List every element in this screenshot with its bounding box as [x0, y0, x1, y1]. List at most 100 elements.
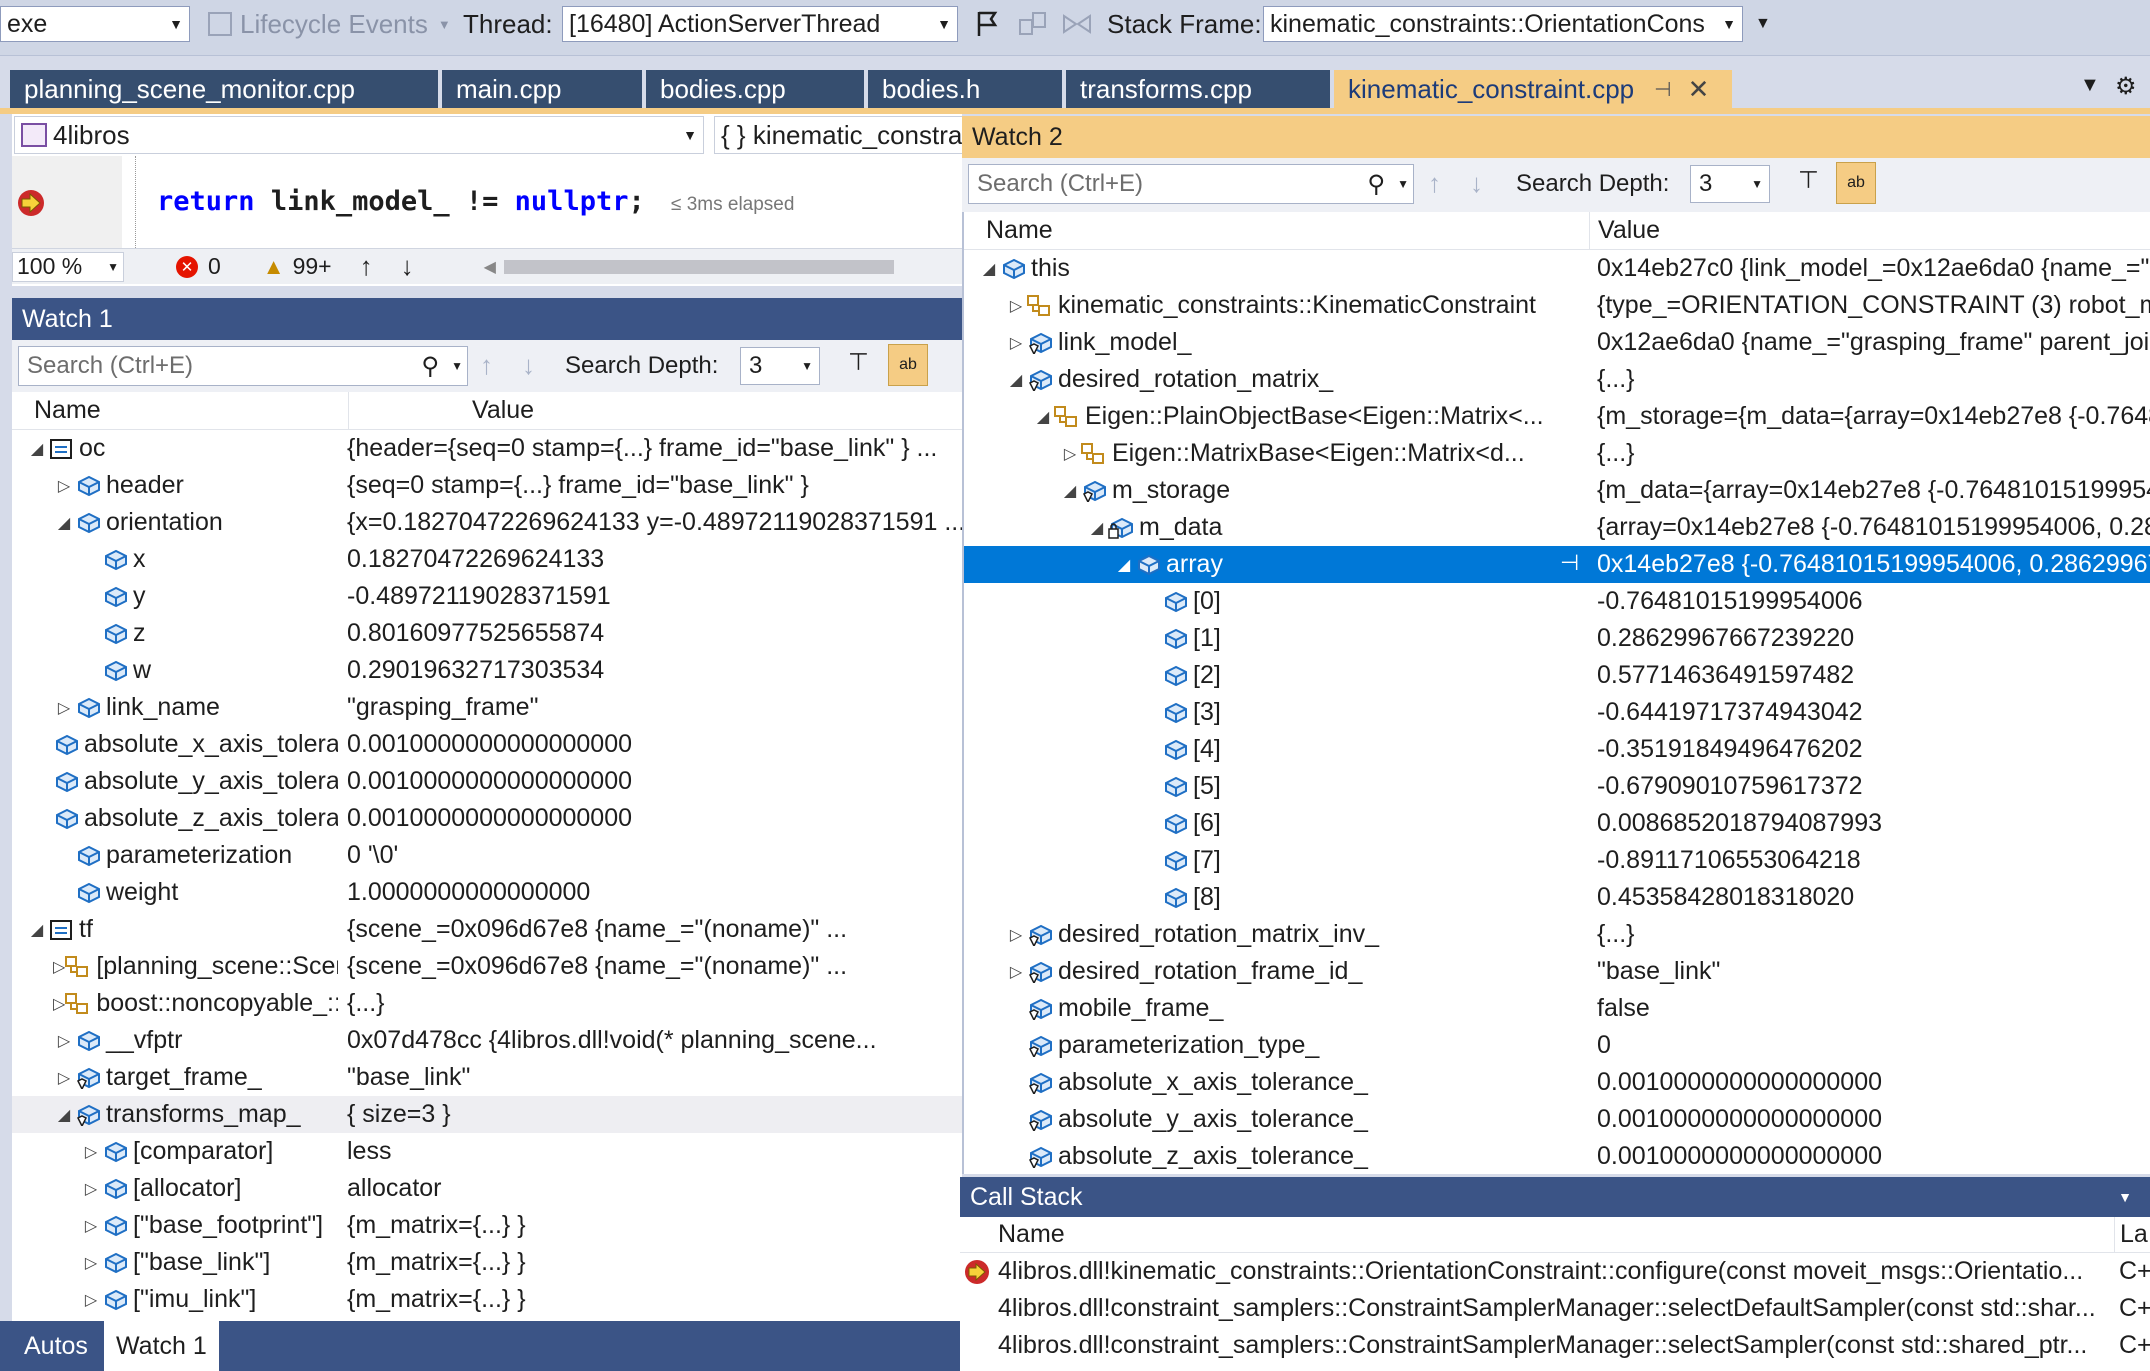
find-previous-arrow-icon[interactable]: ↑ [1428, 168, 1441, 199]
expand-arrow-icon[interactable]: ▷ [80, 1253, 102, 1273]
watch1-row[interactable]: weight 1.0000000000000000 [12, 874, 962, 911]
watch1-row[interactable]: ▷ ["base_link"] {m_matrix={...} } [12, 1244, 962, 1281]
error-icon[interactable]: ✕ [176, 255, 198, 278]
watch2-row[interactable]: ▷ link_model_ 0x12ae6da0 {name_="grasping_… [964, 324, 2150, 361]
watch2-row[interactable]: ▷ Eigen::MatrixBase<Eigen::Matrix<d... {..… [964, 435, 2150, 472]
value-cell[interactable]: {scene_=0x096d67e8 {name_="(noname)" ... [342, 948, 962, 985]
value-cell[interactable]: {m_storage={m_data={array=0x14eb27e8 {-0… [1592, 398, 2150, 435]
tab-main[interactable]: main.cpp [442, 70, 642, 108]
watch2-row[interactable]: ◢ m_data {array=0x14eb27e8 {-0.76481015199… [964, 509, 2150, 546]
expand-arrow-icon[interactable]: ▷ [1059, 444, 1081, 464]
expand-arrow-icon[interactable]: ▷ [80, 1216, 102, 1236]
value-cell[interactable]: -0.35191849496476202 [1592, 731, 2150, 768]
watch1-depth-combo[interactable]: 3 ▼ [740, 347, 820, 385]
watch1-row[interactable]: ▷ [allocator] allocator [12, 1170, 962, 1207]
watch1-row[interactable]: ▷ __vfptr 0x07d478cc {4libros.dll!void(* p… [12, 1022, 962, 1059]
collapse-arrow-icon[interactable]: ◢ [26, 439, 48, 459]
watch1-row[interactable]: ▷ link_name "grasping_frame" [12, 689, 962, 726]
find-previous-arrow-icon[interactable]: ↑ [480, 350, 493, 381]
value-cell[interactable]: "grasping_frame" [342, 689, 962, 726]
callstack-col-lang[interactable]: La [2120, 1220, 2148, 1249]
value-cell[interactable]: {scene_=0x096d67e8 {name_="(noname)" ... [342, 911, 962, 948]
value-cell[interactable]: 0.0086852018794087993 [1592, 805, 2150, 842]
warning-icon[interactable]: ▲ [263, 254, 285, 280]
thread-combo[interactable]: [16480] ActionServerThread ▼ [562, 6, 958, 42]
watch2-row[interactable]: ◢ m_storage {m_data={array=0x14eb27e8 {-0.… [964, 472, 2150, 509]
expand-callstack-button[interactable] [1062, 6, 1092, 42]
value-cell[interactable]: {m_matrix={...} } [342, 1244, 962, 1281]
value-cell[interactable]: 0.0010000000000000000 [342, 763, 962, 800]
watch1-row[interactable]: ◢ transforms_map_ { size=3 } [12, 1096, 962, 1133]
tab-bodies-h[interactable]: bodies.h [868, 70, 1062, 108]
watch2-col-value[interactable]: Value [1598, 216, 1660, 245]
stack-frame-combo[interactable]: kinematic_constraints::OrientationCons ▼ [1263, 6, 1743, 42]
flag-thread-button[interactable] [975, 6, 1001, 42]
value-cell[interactable]: {header={seq=0 stamp={...} frame_id="bas… [342, 430, 962, 467]
text-visualizer-icon[interactable]: ab [1836, 162, 1876, 204]
watch2-depth-combo[interactable]: 3 ▼ [1690, 165, 1770, 203]
watch2-col-name[interactable]: Name [986, 216, 1053, 245]
text-visualizer-icon[interactable]: ab [888, 344, 928, 386]
value-cell[interactable]: {...} [1592, 916, 2150, 953]
value-cell[interactable]: 0.0010000000000000000 [1592, 1064, 2150, 1101]
lifecycle-events-button[interactable]: Lifecycle Events ▼ [208, 6, 451, 42]
watch1-row[interactable]: ◢ tf {scene_=0x096d67e8 {name_="(noname)" … [12, 911, 962, 948]
watch2-row[interactable]: ▷ desired_rotation_matrix_inv_ {...} [964, 916, 2150, 953]
value-cell[interactable]: 0.80160977525655874 [342, 615, 962, 652]
value-cell[interactable]: 0.18270472269624133 [342, 541, 962, 578]
collapse-arrow-icon[interactable]: ◢ [1005, 370, 1027, 390]
value-cell[interactable]: 0.28629967667239220 [1592, 620, 2150, 657]
tab-kinematic-constraint[interactable]: kinematic_constraint.cpp ⊣ ✕ [1334, 70, 1732, 108]
watch1-search-input[interactable]: Search (Ctrl+E) ⚲ ▼ [18, 346, 468, 386]
tab-transforms[interactable]: transforms.cpp [1066, 70, 1330, 108]
callstack-frame-row[interactable]: 4libros.dll!constraint_samplers::Constra… [960, 1290, 2150, 1327]
value-cell[interactable]: {array=0x14eb27e8 {-0.76481015199954006,… [1592, 509, 2150, 546]
watch1-row[interactable]: ▷ ["imu_link"] {m_matrix={...} } [12, 1281, 962, 1318]
value-cell[interactable]: 0.57714636491597482 [1592, 657, 2150, 694]
project-combo[interactable]: 4libros ▼ [14, 116, 704, 154]
scroll-left-icon[interactable]: ◀ [484, 257, 496, 277]
tab-autos[interactable]: Autos [12, 1321, 100, 1371]
close-icon[interactable]: ✕ [1688, 74, 1710, 105]
watch2-row[interactable]: [0] -0.76481015199954006 [964, 583, 2150, 620]
column-divider[interactable] [348, 392, 349, 430]
watch1-row[interactable]: ▷ boost::noncopyable_::nonc... {...} [12, 985, 962, 1022]
watch1-col-name[interactable]: Name [34, 396, 101, 425]
watch1-row[interactable]: ▷ ["base_footprint"] {m_matrix={...} } [12, 1207, 962, 1244]
value-cell[interactable]: 0.29019632717303534 [342, 652, 962, 689]
watch2-row[interactable]: [2] 0.57714636491597482 [964, 657, 2150, 694]
watch2-row[interactable]: [6] 0.0086852018794087993 [964, 805, 2150, 842]
watch1-col-value[interactable]: Value [472, 396, 534, 425]
collapse-arrow-icon[interactable]: ◢ [53, 513, 75, 533]
collapse-arrow-icon[interactable]: ◢ [1032, 407, 1054, 427]
value-cell[interactable]: 0 [1592, 1027, 2150, 1064]
collapse-arrow-icon[interactable]: ◢ [1113, 555, 1135, 575]
watch2-row[interactable]: ▷ desired_rotation_frame_id_ "base_link" [964, 953, 2150, 990]
watch1-row[interactable]: ▷ [planning_scene::SceneTra... {scene_=0x0… [12, 948, 962, 985]
value-cell[interactable]: 0.0010000000000000000 [1592, 1138, 2150, 1174]
watch2-row[interactable]: ◢ desired_rotation_matrix_ {...} [964, 361, 2150, 398]
show-threads-button[interactable] [1018, 6, 1048, 42]
expand-arrow-icon[interactable]: ▷ [1005, 333, 1027, 353]
value-cell[interactable]: allocator [342, 1170, 962, 1207]
watch2-row[interactable]: [1] 0.28629967667239220 [964, 620, 2150, 657]
watch1-row[interactable]: ◢ oc {header={seq=0 stamp={...} frame_id="… [12, 430, 962, 467]
chevron-down-icon[interactable]: ▼ [1397, 177, 1409, 191]
next-issue-arrow-icon[interactable]: ↓ [401, 251, 414, 282]
watch2-row[interactable]: [5] -0.67909010759617372 [964, 768, 2150, 805]
watch1-row[interactable]: z 0.80160977525655874 [12, 615, 962, 652]
previous-issue-arrow-icon[interactable]: ↑ [360, 251, 373, 282]
pin-source-icon[interactable]: ⊤ [848, 348, 869, 377]
watch2-row[interactable]: [4] -0.35191849496476202 [964, 731, 2150, 768]
value-cell[interactable]: "base_link" [1592, 953, 2150, 990]
collapse-arrow-icon[interactable]: ◢ [53, 1105, 75, 1125]
expand-arrow-icon[interactable]: ▷ [53, 1031, 75, 1051]
search-icon[interactable]: ⚲ [421, 352, 439, 381]
zoom-combo[interactable]: 100 % ▼ [12, 251, 124, 282]
tab-planning-scene-monitor[interactable]: planning_scene_monitor.cpp [10, 70, 438, 108]
value-cell[interactable]: "base_link" [342, 1059, 962, 1096]
watch1-row[interactable]: y -0.48972119028371591 [12, 578, 962, 615]
value-cell[interactable]: 0.45358428018318020 [1592, 879, 2150, 916]
pin-icon[interactable]: ⊣ [1560, 550, 1579, 576]
find-next-arrow-icon[interactable]: ↓ [522, 350, 535, 381]
